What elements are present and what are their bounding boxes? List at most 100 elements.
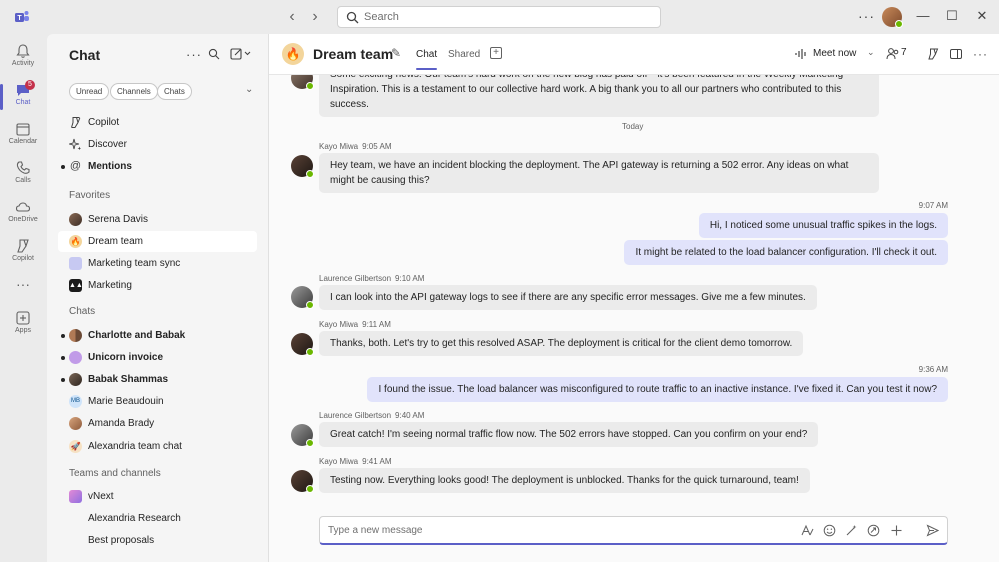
presence-available-icon: [306, 485, 314, 493]
composer-placeholder: Type a new message: [328, 525, 423, 536]
rail-more-icon[interactable]: ···: [0, 277, 46, 295]
list-item-marketing[interactable]: ▲▲ Marketing: [58, 275, 257, 296]
format-text-icon[interactable]: [801, 524, 814, 537]
rail-label: Activity: [11, 60, 35, 67]
minimize-icon[interactable]: —: [915, 8, 931, 24]
tab-chat[interactable]: Chat: [416, 49, 438, 70]
chevron-down-icon[interactable]: ⌄: [245, 84, 253, 95]
magic-wand-icon[interactable]: [845, 524, 858, 537]
unicorn-icon: [69, 351, 82, 364]
item-label: Unicorn invoice: [88, 352, 164, 363]
list-item-vnext[interactable]: vNext: [58, 486, 257, 507]
loop-icon[interactable]: [867, 524, 880, 537]
sender-name: Kayo Miwa: [319, 457, 359, 466]
close-icon[interactable]: ✕: [974, 8, 990, 24]
teams-logo-icon: T: [15, 11, 29, 22]
more-options-icon[interactable]: ···: [186, 47, 202, 62]
rail-chat[interactable]: 5 Chat: [0, 78, 46, 117]
sender-name: Kayo Miwa: [319, 320, 359, 329]
message-meta: Kayo Miwa 9:05 AM: [319, 142, 391, 151]
item-label: Dream team: [88, 236, 144, 247]
add-tab-icon[interactable]: +: [490, 47, 502, 59]
title-bar: T ‹ › Search ··· — ☐ ✕: [0, 0, 999, 34]
list-item-alexandria-team-chat[interactable]: 🚀 Alexandria team chat: [58, 436, 257, 457]
message-meta: Kayo Miwa 9:41 AM: [319, 457, 391, 466]
list-item-dream-team[interactable]: 🔥 Dream team: [58, 231, 257, 252]
list-item-amanda-brady[interactable]: Amanda Brady: [58, 413, 257, 434]
list-item-best-proposals[interactable]: Best proposals: [58, 530, 257, 551]
filter-unread[interactable]: Unread: [69, 83, 110, 100]
plus-icon[interactable]: [890, 524, 903, 537]
maximize-icon[interactable]: ☐: [944, 8, 960, 24]
avatar: [291, 333, 314, 356]
chat-header: 🔥 Dream team ✎ Chat Shared + Meet now ⌄ …: [269, 34, 999, 75]
more-options-icon[interactable]: ···: [858, 8, 875, 24]
message-bubble-own: I found the issue. The load balancer was…: [367, 377, 948, 402]
item-label: Marie Beaudouin: [88, 396, 164, 407]
avatar: [291, 75, 314, 90]
chevron-down-icon[interactable]: ⌄: [867, 47, 875, 58]
copilot-icon: [17, 239, 29, 253]
item-label: Serena Davis: [88, 214, 149, 225]
list-item-marketing-team-sync[interactable]: Marketing team sync: [58, 253, 257, 274]
filter-chats[interactable]: Chats: [157, 83, 192, 100]
list-item-alexandria-research[interactable]: Alexandria Research: [58, 508, 257, 529]
initials-avatar: MB: [69, 395, 82, 408]
send-icon[interactable]: [926, 524, 939, 537]
phone-icon: [16, 161, 30, 174]
message-time: 9:07 AM: [918, 201, 948, 210]
user-avatar[interactable]: [882, 7, 903, 28]
chat-main: 🔥 Dream team ✎ Chat Shared + Meet now ⌄ …: [269, 34, 999, 562]
list-item-copilot[interactable]: Copilot: [58, 112, 257, 133]
more-options-icon[interactable]: ···: [973, 47, 988, 61]
search-placeholder: Search: [364, 11, 399, 23]
presence-available-icon: [306, 170, 314, 178]
search-input[interactable]: Search: [337, 6, 661, 28]
message-composer[interactable]: Type a new message: [319, 516, 948, 545]
list-item-charlotte-and-babak[interactable]: Charlotte and Babak: [58, 325, 257, 346]
avatar: [291, 470, 314, 493]
search-icon[interactable]: [208, 48, 220, 60]
item-label: vNext: [88, 491, 114, 502]
rail-label: Copilot: [12, 255, 34, 262]
emoji-icon[interactable]: [823, 524, 836, 537]
rail-label: OneDrive: [8, 216, 38, 223]
message-bubble-own: Hi, I noticed some unusual traffic spike…: [698, 213, 948, 238]
item-label: Discover: [88, 139, 127, 150]
edit-pencil-icon[interactable]: ✎: [391, 46, 401, 60]
item-label: Marketing team sync: [88, 258, 181, 269]
back-arrow-icon[interactable]: ‹: [283, 8, 301, 26]
copilot-icon[interactable]: [926, 47, 940, 61]
forward-arrow-icon[interactable]: ›: [306, 8, 324, 26]
bell-icon: [16, 44, 30, 58]
message-bubble: Great catch! I'm seeing normal traffic f…: [319, 422, 819, 447]
tab-shared[interactable]: Shared: [448, 49, 480, 60]
item-label: Best proposals: [88, 535, 155, 546]
list-item-discover[interactable]: Discover: [58, 134, 257, 155]
list-item-mentions[interactable]: @ Mentions: [58, 156, 257, 177]
list-item-babak-shammas[interactable]: Babak Shammas: [58, 369, 257, 390]
avatar: [291, 286, 314, 309]
participant-count[interactable]: 7: [901, 47, 907, 58]
rail-onedrive[interactable]: OneDrive: [0, 195, 46, 234]
side-panel-icon[interactable]: [949, 47, 963, 61]
filter-channels[interactable]: Channels: [110, 83, 158, 100]
list-item-marie-beaudouin[interactable]: MB Marie Beaudouin: [58, 391, 257, 412]
message-time: 9:41 AM: [362, 457, 392, 466]
message-meta: Kayo Miwa 9:11 AM: [319, 320, 391, 329]
group-avatar: [69, 329, 82, 342]
item-label: Alexandria team chat: [88, 441, 182, 452]
meet-now-button[interactable]: Meet now: [813, 48, 856, 59]
list-item-serena-davis[interactable]: Serena Davis: [58, 209, 257, 230]
rail-calendar[interactable]: Calendar: [0, 117, 46, 156]
app-rail: Activity 5 Chat Calendar Calls OneDrive …: [0, 34, 46, 562]
rail-copilot[interactable]: Copilot: [0, 234, 46, 273]
list-item-unicorn-invoice[interactable]: Unicorn invoice: [58, 347, 257, 368]
rail-activity[interactable]: Activity: [0, 39, 46, 78]
cloud-icon: [15, 202, 31, 212]
message-bubble: Hey team, we have an incident blocking t…: [319, 153, 879, 193]
rail-calls[interactable]: Calls: [0, 156, 46, 195]
avatar: [69, 373, 82, 386]
new-chat-icon[interactable]: [230, 47, 252, 60]
rail-apps[interactable]: Apps: [0, 306, 46, 345]
